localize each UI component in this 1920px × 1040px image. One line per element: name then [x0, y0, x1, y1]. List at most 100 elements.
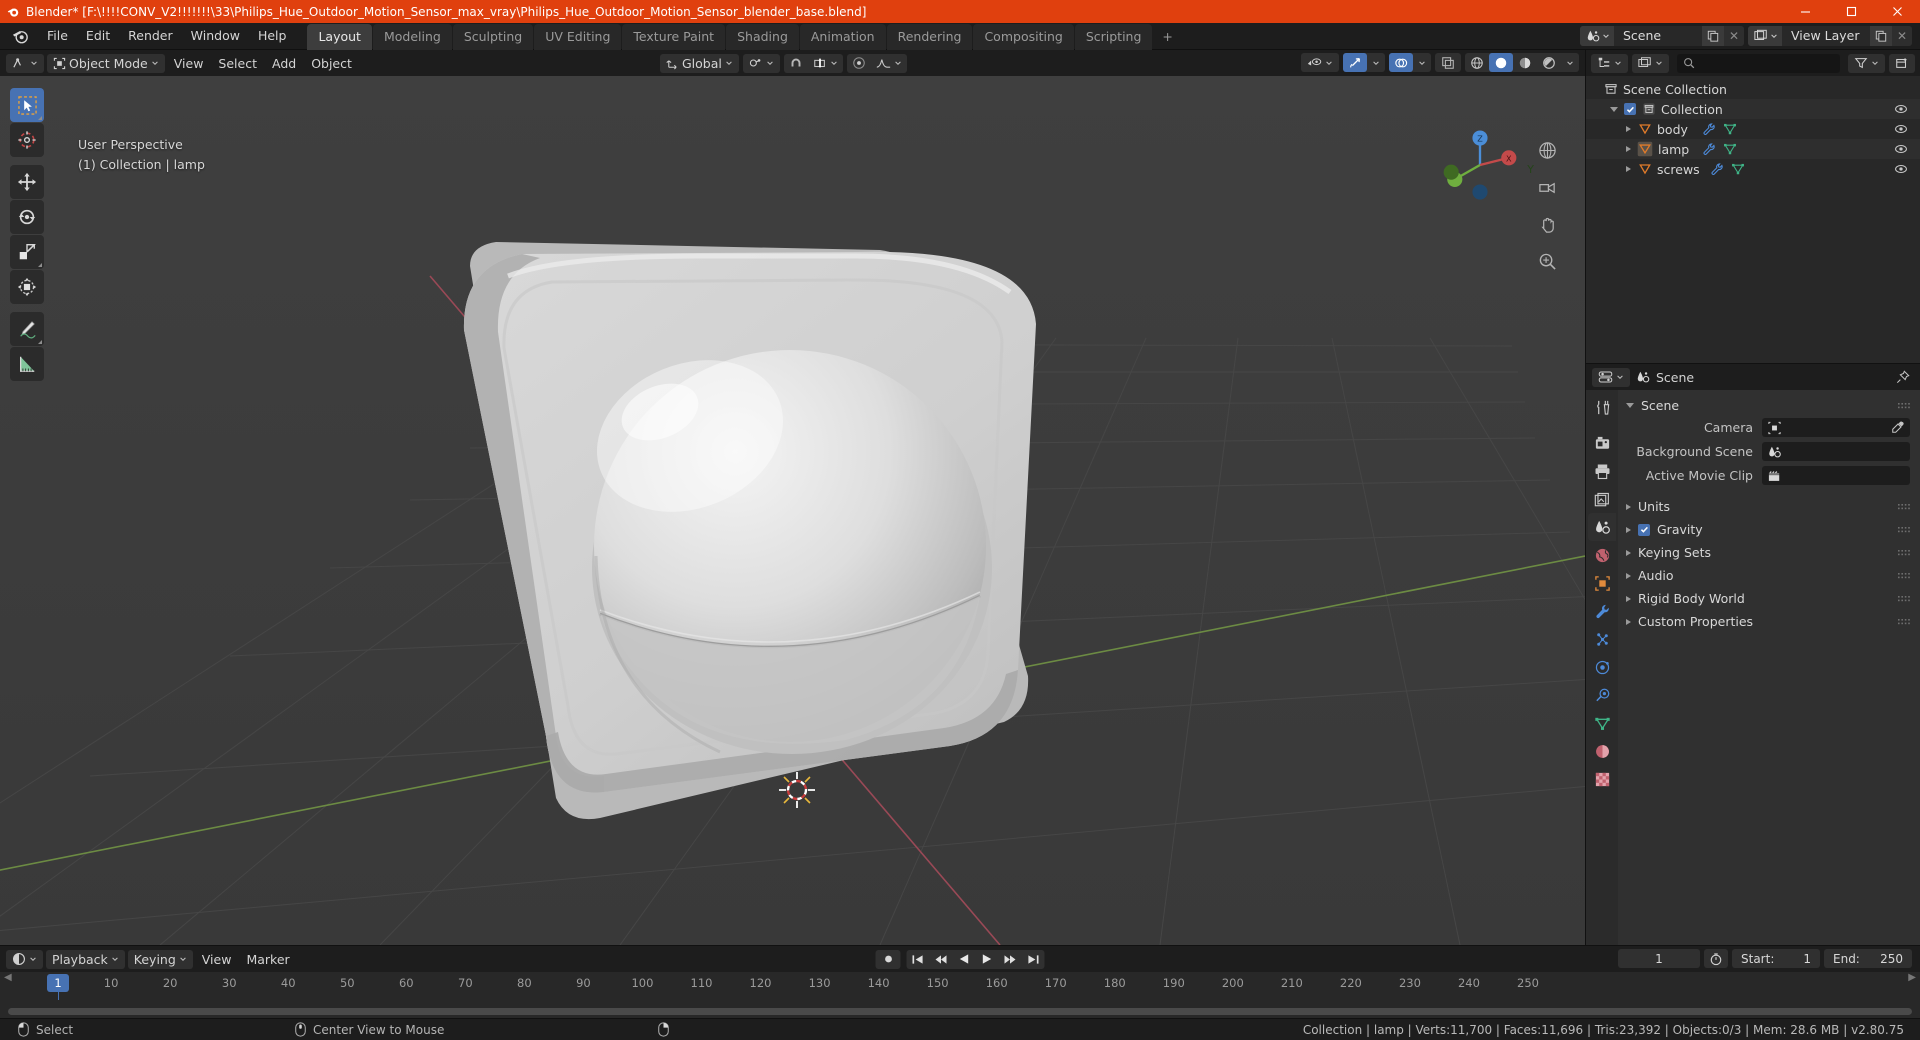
background-scene-field[interactable]	[1762, 442, 1910, 461]
menu-file[interactable]: File	[38, 25, 77, 47]
navigation-gizmo[interactable]: Z X	[1435, 120, 1525, 210]
tab-modeling[interactable]: Modeling	[372, 23, 452, 50]
data-tab[interactable]	[1588, 709, 1616, 737]
snap-toggle-button[interactable]	[784, 54, 808, 73]
expand-triangle-icon[interactable]	[1626, 126, 1631, 132]
tool-tab[interactable]	[1588, 393, 1616, 421]
camera-field[interactable]	[1762, 418, 1910, 437]
timeline-menu-playback[interactable]: Playback	[46, 949, 125, 969]
timeline-menu-keying[interactable]: Keying	[127, 949, 193, 969]
keying-sets-panel-header[interactable]: Keying Sets	[1618, 541, 1920, 564]
end-frame-input[interactable]: End: 250	[1824, 949, 1912, 968]
timeline-right-arrow-icon[interactable]: ▶	[1908, 972, 1916, 983]
new-scene-button[interactable]	[1702, 26, 1724, 46]
object-tab[interactable]	[1588, 569, 1616, 597]
outliner-search-input[interactable]	[1677, 53, 1840, 73]
move-tool[interactable]	[10, 165, 44, 199]
rigid-body-world-panel-header[interactable]: Rigid Body World	[1618, 587, 1920, 610]
properties-editor[interactable]: Scene Scene Camera Background Scene Acti…	[1585, 363, 1920, 945]
show-gizmo-toggle[interactable]	[1343, 53, 1367, 72]
shading-options-dropdown[interactable]	[1561, 53, 1579, 72]
gizmo-options-dropdown[interactable]	[1367, 53, 1385, 72]
gravity-panel-header[interactable]: Gravity	[1618, 518, 1920, 541]
rendered-shading-button[interactable]	[1537, 53, 1561, 72]
outliner-row-collection[interactable]: Collection	[1586, 99, 1920, 119]
new-collection-button[interactable]	[1889, 53, 1915, 73]
view-layer-selector[interactable]: View Layer ✕	[1748, 26, 1912, 46]
timeline-menu-view[interactable]: View	[196, 950, 238, 969]
render-tab[interactable]	[1588, 429, 1616, 457]
properties-editor-type-button[interactable]	[1592, 367, 1630, 387]
snap-target-selector[interactable]	[808, 54, 843, 73]
tab-shading[interactable]: Shading	[726, 23, 799, 50]
timeline-editor-type-button[interactable]	[6, 949, 43, 969]
tab-layout[interactable]: Layout	[307, 23, 372, 50]
mesh-data-icon[interactable]	[1723, 122, 1737, 136]
scene-selector[interactable]: Scene ✕	[1580, 26, 1744, 46]
active-movie-clip-field[interactable]	[1762, 466, 1910, 485]
measure-tool[interactable]	[10, 347, 44, 381]
outliner-row-scene-collection[interactable]: Scene Collection	[1586, 79, 1920, 99]
start-frame-input[interactable]: Start: 1	[1732, 949, 1820, 968]
scene-tab[interactable]	[1588, 513, 1616, 541]
remove-scene-button[interactable]: ✕	[1724, 26, 1744, 46]
zoom-region-icon[interactable]	[1533, 136, 1561, 164]
outliner-row-lamp[interactable]: lamp	[1586, 139, 1920, 159]
tab-sculpting[interactable]: Sculpting	[452, 23, 534, 50]
modifier-tab[interactable]	[1588, 597, 1616, 625]
scene-panel-header[interactable]: Scene	[1618, 394, 1920, 417]
transform-orientation-selector[interactable]: Global	[660, 53, 739, 73]
pin-icon[interactable]	[1896, 370, 1910, 384]
solid-shading-button[interactable]	[1489, 53, 1513, 72]
transform-tool[interactable]	[10, 270, 44, 304]
overlay-options-dropdown[interactable]	[1413, 53, 1431, 72]
view-layer-tab[interactable]	[1588, 485, 1616, 513]
viewport-canvas[interactable]	[0, 76, 1585, 945]
scene-browse-button[interactable]	[1580, 26, 1614, 46]
expand-triangle-icon[interactable]	[1626, 403, 1634, 408]
timeline-playhead[interactable]: 1	[47, 974, 69, 992]
tab-scripting[interactable]: Scripting	[1074, 23, 1153, 50]
viewport-menu-object[interactable]: Object	[305, 54, 358, 73]
screws-visibility-toggle[interactable]	[1894, 162, 1908, 179]
expand-triangle-icon[interactable]	[1626, 572, 1631, 579]
outliner-row-body[interactable]: body	[1586, 119, 1920, 139]
remove-view-layer-button[interactable]: ✕	[1892, 26, 1912, 46]
body-visibility-toggle[interactable]	[1894, 122, 1908, 139]
scale-tool[interactable]	[10, 235, 44, 269]
proportional-edit-toggle[interactable]	[847, 54, 871, 73]
tab-compositing[interactable]: Compositing	[973, 23, 1074, 50]
expand-triangle-icon[interactable]	[1626, 166, 1631, 172]
blender-menu-icon[interactable]	[10, 26, 30, 46]
toggle-camera-view-icon[interactable]	[1533, 173, 1561, 201]
view-layer-name[interactable]: View Layer	[1782, 26, 1870, 46]
minimize-button[interactable]	[1782, 0, 1828, 23]
menu-help[interactable]: Help	[249, 25, 296, 47]
maximize-button[interactable]	[1828, 0, 1874, 23]
tab-animation[interactable]: Animation	[799, 23, 886, 50]
menu-render[interactable]: Render	[119, 25, 182, 47]
use-preview-range-button[interactable]	[1704, 949, 1728, 968]
pan-view-icon[interactable]	[1533, 210, 1561, 238]
tab-rendering[interactable]: Rendering	[886, 23, 973, 50]
outliner-editor-type-button[interactable]	[1591, 53, 1628, 73]
physics-tab[interactable]	[1588, 653, 1616, 681]
expand-triangle-icon[interactable]	[1626, 146, 1631, 152]
cursor-tool[interactable]	[10, 123, 44, 157]
output-tab[interactable]	[1588, 457, 1616, 485]
material-preview-button[interactable]	[1513, 53, 1537, 72]
timeline-scrollbar-thumb[interactable]	[8, 1008, 1912, 1015]
outliner-row-screws[interactable]: screws	[1586, 159, 1920, 179]
show-overlays-toggle[interactable]	[1389, 53, 1413, 72]
proportional-falloff-selector[interactable]	[871, 54, 907, 73]
annotate-tool[interactable]	[10, 312, 44, 346]
tab-texture-paint[interactable]: Texture Paint	[622, 23, 726, 50]
expand-triangle-icon[interactable]	[1610, 106, 1618, 112]
timeline-ruler[interactable]: ◀ ▶ 10 20 30 40 50 60 70 80 90 100 110 120 130 140 150…	[0, 972, 1920, 1000]
next-keyframe-button[interactable]	[999, 950, 1022, 969]
modifier-wrench-icon[interactable]	[1702, 122, 1716, 136]
lamp-visibility-toggle[interactable]	[1894, 142, 1908, 159]
auto-keying-button[interactable]	[875, 949, 901, 969]
timeline-editor[interactable]: Playback Keying View Marker 1 Start: 1 E…	[0, 945, 1920, 1018]
new-view-layer-button[interactable]	[1870, 26, 1892, 46]
